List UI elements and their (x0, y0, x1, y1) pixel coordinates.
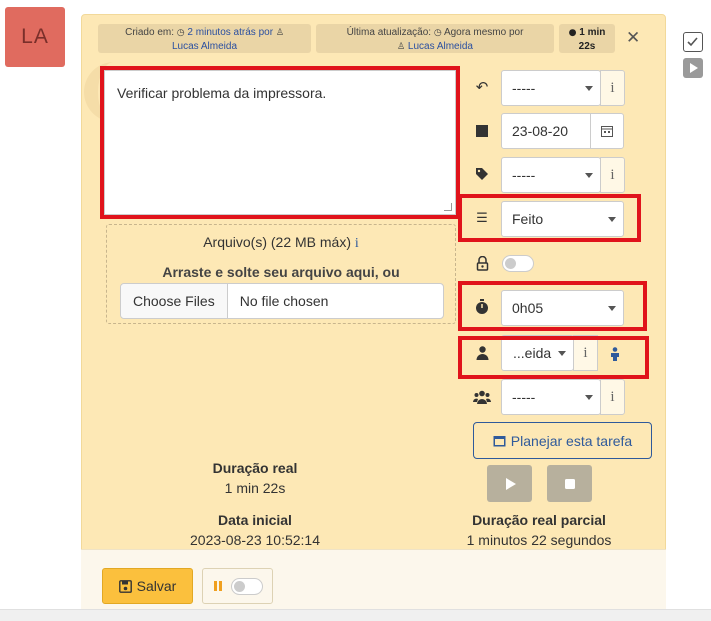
close-icon[interactable]: ✕ (626, 29, 640, 47)
info-button[interactable]: i (600, 70, 625, 106)
pause-toggle[interactable] (231, 577, 263, 595)
start-date-value: 2023-08-23 10:52:14 (190, 532, 320, 548)
duration-badge: ● 1 min 22s (559, 24, 615, 53)
floppy-icon (118, 579, 132, 593)
undo-icon: ↶ (475, 78, 489, 96)
drop-text: Arraste e solte seu arquivo aqui, ou (162, 264, 400, 280)
stop-icon (564, 478, 575, 489)
calendar-icon (493, 436, 506, 447)
plan-task-button[interactable]: Planejar esta tarefa (473, 422, 652, 459)
play-icon (505, 477, 516, 490)
created-user-link[interactable]: Lucas Almeida (172, 41, 237, 52)
user-icon: ♙ (275, 28, 284, 38)
updated-info-pill: Última atualização: ◷ Agora mesmo por ♙ … (316, 24, 554, 53)
assign-self-icon[interactable] (605, 344, 625, 364)
person-icon (471, 342, 493, 364)
info-button[interactable]: i (600, 157, 625, 193)
avatar: LA (5, 7, 65, 67)
group-select[interactable]: ----- (501, 379, 601, 415)
task-list-icon: ☰ (476, 210, 488, 226)
play-square-icon[interactable] (683, 58, 703, 78)
created-info-pill: Criado em: ◷ 2 minutos atrás por ♙ Lucas… (98, 24, 311, 53)
real-duration-label: Duração real (212, 460, 298, 476)
choose-files-button[interactable]: Choose Files (121, 284, 228, 318)
status-select[interactable]: Feito (501, 201, 624, 237)
info-button[interactable]: i (573, 335, 598, 371)
clock-icon: ◷ (176, 28, 185, 38)
user-icon: ♙ (397, 42, 406, 52)
file-input[interactable]: Choose Files No file chosen (120, 283, 444, 319)
play-button[interactable] (487, 465, 532, 502)
save-button[interactable]: Salvar (102, 568, 193, 604)
file-status: No file chosen (239, 293, 329, 309)
clock-icon: ● (568, 28, 577, 38)
real-duration-value: 1 min 22s (224, 480, 286, 496)
description-textarea[interactable]: Verificar problema da impressora. (104, 70, 456, 215)
start-date-label: Data inicial (218, 512, 292, 528)
info-button[interactable]: i (600, 379, 625, 415)
users-group-icon (471, 386, 493, 408)
updated-user-link[interactable]: Lucas Almeida (408, 41, 473, 52)
date-picker-button[interactable] (590, 113, 624, 149)
partial-duration-value: 1 minutos 22 segundos (466, 532, 612, 548)
date-input[interactable]: 23-08-20 (501, 113, 591, 149)
private-toggle[interactable] (502, 255, 534, 272)
upload-title: Arquivo(s) (22 MB máx) (203, 234, 352, 250)
pause-icon (214, 581, 222, 591)
clock-icon: ◷ (433, 28, 442, 38)
estimate-select[interactable]: 0h05 (501, 290, 624, 326)
partial-duration-label: Duração real parcial (472, 512, 606, 528)
checkbox-icon[interactable] (683, 32, 703, 52)
page-bottom-bar (0, 609, 711, 621)
file-dropzone[interactable]: Arquivo(s) (22 MB máx) i Arraste e solte… (106, 224, 456, 324)
undo-select[interactable]: ----- (501, 70, 601, 106)
tag-select[interactable]: ----- (501, 157, 601, 193)
stop-button[interactable] (547, 465, 592, 502)
lock-icon (471, 252, 493, 274)
pause-toggle-group[interactable] (202, 568, 273, 604)
stopwatch-icon (471, 296, 493, 318)
tag-icon (471, 163, 493, 185)
calendar-icon (471, 120, 493, 142)
assignee-select[interactable]: ...eida (501, 335, 574, 371)
resize-grip[interactable] (444, 203, 452, 211)
info-icon[interactable]: i (355, 236, 359, 251)
